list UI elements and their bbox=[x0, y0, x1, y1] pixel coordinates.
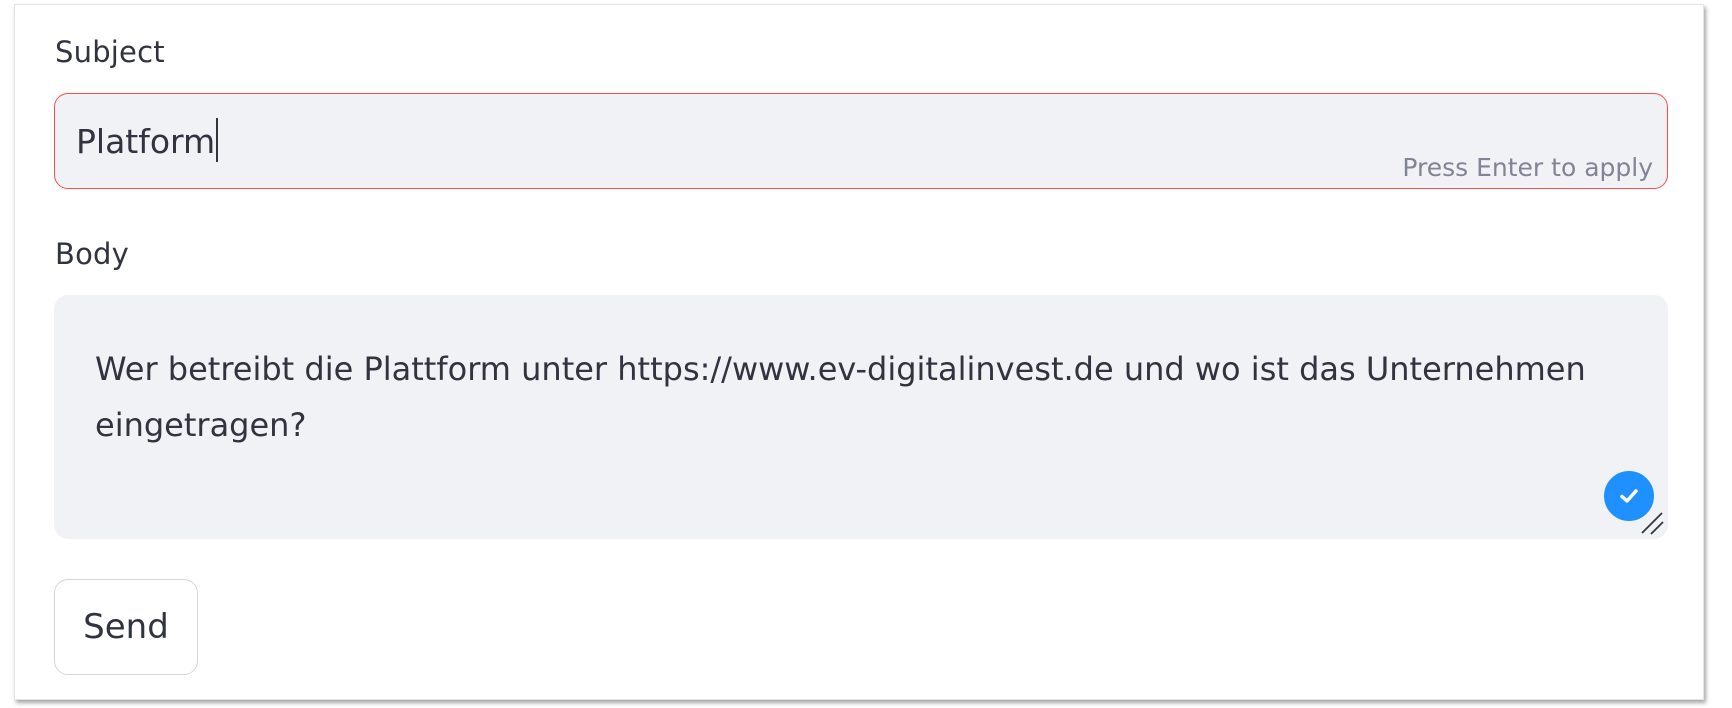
body-textarea-value: Wer betreibt die Plattform unter https:/… bbox=[95, 350, 1586, 444]
form-panel: Subject Platform Press Enter to apply Bo… bbox=[14, 4, 1704, 700]
subject-input-value: Platform bbox=[76, 118, 219, 162]
subject-label: Subject bbox=[55, 35, 165, 69]
send-button[interactable]: Send bbox=[54, 579, 198, 675]
body-textarea[interactable]: Wer betreibt die Plattform unter https:/… bbox=[54, 295, 1668, 539]
subject-input[interactable]: Platform Press Enter to apply bbox=[54, 93, 1668, 189]
resize-handle-icon[interactable] bbox=[1638, 509, 1666, 537]
text-caret bbox=[216, 118, 219, 162]
body-label: Body bbox=[55, 237, 130, 271]
press-enter-hint: Press Enter to apply bbox=[1402, 153, 1653, 182]
